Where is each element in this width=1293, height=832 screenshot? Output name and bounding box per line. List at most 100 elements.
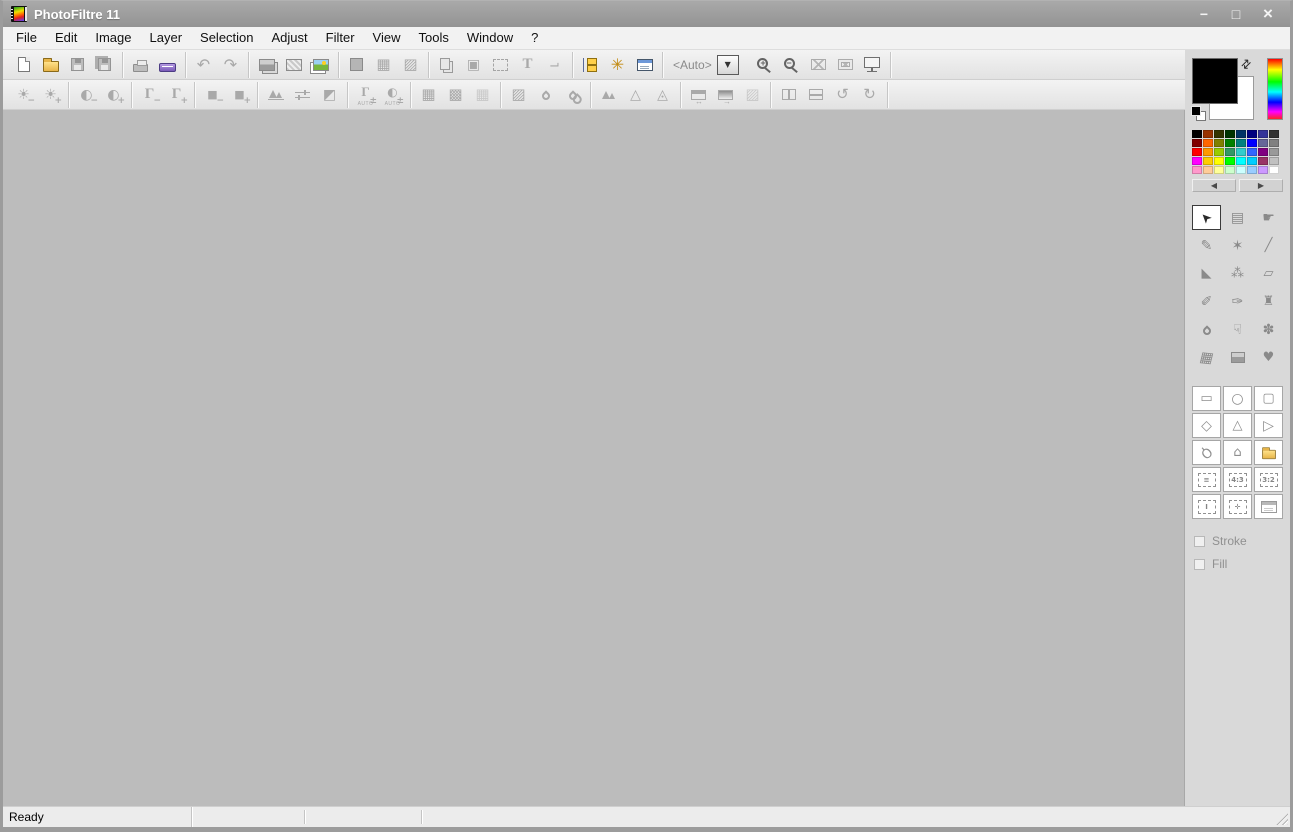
palette-color-30[interactable] <box>1258 157 1268 165</box>
palette-color-6[interactable] <box>1258 130 1268 138</box>
palette-color-8[interactable] <box>1192 139 1202 147</box>
nozzle-tool[interactable]: ♥ <box>1254 345 1283 370</box>
zoom-dropdown-button[interactable]: ▼ <box>716 54 739 75</box>
smudge-tool[interactable]: ☟ <box>1223 317 1252 342</box>
hand-tool[interactable]: ☛ <box>1254 205 1283 230</box>
scan-button[interactable] <box>154 53 181 77</box>
eraser-tool[interactable]: ▱ <box>1254 261 1283 286</box>
full-screen-button[interactable] <box>859 53 886 77</box>
palette-color-32[interactable] <box>1192 166 1202 174</box>
manual-size-button[interactable]: I <box>1192 494 1221 519</box>
blur-tool[interactable] <box>1192 317 1221 342</box>
palette-color-35[interactable] <box>1225 166 1235 174</box>
palette-color-5[interactable] <box>1247 130 1257 138</box>
menu-item-image[interactable]: Image <box>86 27 140 49</box>
polygon-shape[interactable]: ⌂ <box>1223 440 1252 465</box>
palette-color-3[interactable] <box>1225 130 1235 138</box>
color-gradient-bar[interactable] <box>1267 58 1283 120</box>
menu-item-file[interactable]: File <box>7 27 46 49</box>
palette-color-20[interactable] <box>1236 148 1246 156</box>
eyedropper-tool[interactable]: ✎ <box>1192 233 1221 258</box>
palette-color-0[interactable] <box>1192 130 1202 138</box>
palette-color-26[interactable] <box>1214 157 1224 165</box>
palette-color-2[interactable] <box>1214 130 1224 138</box>
menu-item-help[interactable]: ? <box>522 27 547 49</box>
diamond-shape[interactable]: ◇ <box>1192 413 1221 438</box>
menu-item-window[interactable]: Window <box>458 27 522 49</box>
palette-color-27[interactable] <box>1225 157 1235 165</box>
palette-color-28[interactable] <box>1236 157 1246 165</box>
palette-color-9[interactable] <box>1203 139 1213 147</box>
zoom-in-button[interactable] <box>751 53 778 77</box>
load-selection-button[interactable] <box>1254 440 1283 465</box>
palette-color-17[interactable] <box>1203 148 1213 156</box>
palette-prev-button[interactable]: ◀ <box>1192 179 1236 192</box>
title-bar[interactable]: PhotoFiltre 11 − □ × <box>3 1 1290 27</box>
palette-color-38[interactable] <box>1258 166 1268 174</box>
brush-tool[interactable]: ✐ <box>1192 289 1221 314</box>
airbrush-tool[interactable]: ⁂ <box>1223 261 1252 286</box>
paste-as-new-button[interactable] <box>307 53 334 77</box>
palette-color-15[interactable] <box>1269 139 1279 147</box>
artistic-brush-tool[interactable]: ✽ <box>1254 317 1283 342</box>
default-colors-icon[interactable] <box>1190 105 1207 122</box>
palette-color-31[interactable] <box>1269 157 1279 165</box>
right-triangle-shape[interactable]: ▷ <box>1254 413 1283 438</box>
advanced-brush-tool[interactable]: ✑ <box>1223 289 1252 314</box>
palette-color-25[interactable] <box>1203 157 1213 165</box>
zoom-out-button[interactable] <box>778 53 805 77</box>
palette-color-4[interactable] <box>1236 130 1246 138</box>
image-properties-button[interactable] <box>631 53 658 77</box>
menu-item-edit[interactable]: Edit <box>46 27 86 49</box>
new-button[interactable] <box>10 53 37 77</box>
rectangle-shape[interactable]: ▭ <box>1192 386 1221 411</box>
rounded-rectangle-shape[interactable]: ▢ <box>1254 386 1283 411</box>
distort-tool[interactable]: ▦ <box>1192 345 1221 370</box>
palette-color-24[interactable] <box>1192 157 1202 165</box>
palette-color-23[interactable] <box>1269 148 1279 156</box>
menu-item-view[interactable]: View <box>364 27 410 49</box>
palette-color-37[interactable] <box>1247 166 1257 174</box>
palette-color-18[interactable] <box>1214 148 1224 156</box>
menu-item-filter[interactable]: Filter <box>317 27 364 49</box>
palette-color-13[interactable] <box>1247 139 1257 147</box>
palette-color-11[interactable] <box>1225 139 1235 147</box>
transform-selection-button[interactable]: ✛ <box>1223 494 1252 519</box>
palette-color-22[interactable] <box>1258 148 1268 156</box>
menu-item-tools[interactable]: Tools <box>410 27 458 49</box>
palette-color-14[interactable] <box>1258 139 1268 147</box>
settings-button[interactable]: ✳ <box>604 53 631 77</box>
foreground-color-swatch[interactable] <box>1192 58 1238 104</box>
ratio-4-3-button[interactable]: 4:3 <box>1223 467 1252 492</box>
pattern-tool[interactable] <box>1223 345 1252 370</box>
palette-color-34[interactable] <box>1214 166 1224 174</box>
shape-palette-tool[interactable]: ▤ <box>1223 205 1252 230</box>
palette-color-29[interactable] <box>1247 157 1257 165</box>
menu-item-layer[interactable]: Layer <box>141 27 192 49</box>
maximize-button[interactable]: □ <box>1222 3 1250 25</box>
palette-color-12[interactable] <box>1236 139 1246 147</box>
palette-color-36[interactable] <box>1236 166 1246 174</box>
menu-item-selection[interactable]: Selection <box>191 27 262 49</box>
palette-color-33[interactable] <box>1203 166 1213 174</box>
fill-tool[interactable]: ◣ <box>1192 261 1221 286</box>
palette-color-39[interactable] <box>1269 166 1279 174</box>
explorer-button[interactable] <box>577 53 604 77</box>
line-tool[interactable]: ╱ <box>1254 233 1283 258</box>
ellipse-shape[interactable]: ○ <box>1223 386 1252 411</box>
triangle-shape[interactable]: △ <box>1223 413 1252 438</box>
palette-color-10[interactable] <box>1214 139 1224 147</box>
palette-next-button[interactable]: ▶ <box>1239 179 1283 192</box>
magic-wand-tool[interactable]: ✶ <box>1223 233 1252 258</box>
ratio-3-2-button[interactable]: 3:2 <box>1254 467 1283 492</box>
palette-color-21[interactable] <box>1247 148 1257 156</box>
minimize-button[interactable]: − <box>1190 3 1218 25</box>
selection-lines-button[interactable]: ≡ <box>1192 467 1221 492</box>
swap-colors-icon[interactable]: ⇄ <box>1238 55 1255 72</box>
close-button[interactable]: × <box>1254 3 1282 25</box>
clone-stamp-tool[interactable]: ♜ <box>1254 289 1283 314</box>
palette-color-16[interactable] <box>1192 148 1202 156</box>
resize-grip[interactable] <box>1275 812 1288 825</box>
lasso-shape[interactable]: Ϙ <box>1192 440 1221 465</box>
selection-arrow-tool[interactable]: ➤ <box>1192 205 1221 230</box>
